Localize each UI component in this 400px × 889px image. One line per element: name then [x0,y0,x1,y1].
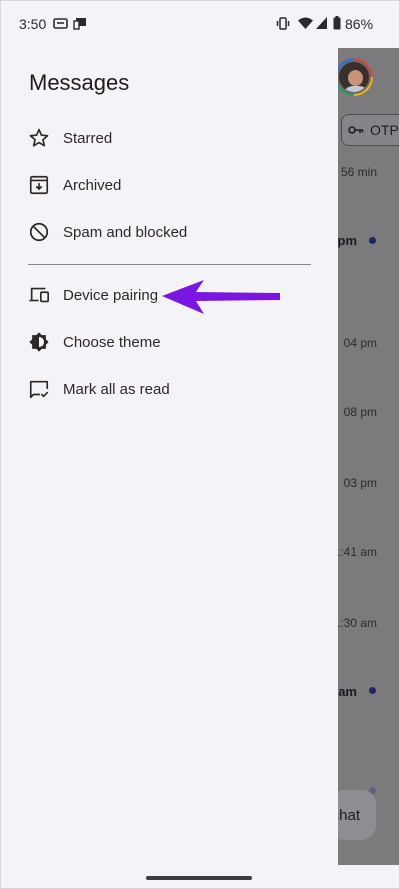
unread-dot [369,237,376,244]
menu-divider [28,264,311,265]
gesture-handle[interactable] [146,876,252,880]
conversation-time: pm [337,233,358,248]
menu-item-label: Spam and blocked [63,223,188,241]
theme-icon [29,332,49,352]
drawer-title: Messages [29,70,130,95]
conversation-time: 56 min [340,165,377,179]
status-bar: 3:50 86% [0,0,400,48]
conversation-time: 08 pm [343,405,377,419]
menu-item-starred[interactable]: Starred [0,116,338,160]
key-icon [348,126,364,134]
account-avatar[interactable] [335,58,373,96]
mark-read-icon [29,380,49,399]
menu-item-label: Device pairing [63,286,159,304]
cast-icon [73,18,86,30]
menu-item-label: Archived [63,176,122,194]
star-icon [29,128,49,147]
navigation-drawer: Messages Starred Archived Spam and block… [0,48,338,865]
menu-item-label: Choose theme [63,333,161,351]
conversation-time: am [338,684,357,699]
menu-item-choose-theme[interactable]: Choose theme [0,320,338,364]
annotation-arrow-icon [162,280,280,314]
menu-item-label: Starred [63,129,113,147]
devices-icon [29,287,49,303]
conversation-time: 03 pm [343,476,377,490]
navigation-bar [0,865,400,889]
block-icon [29,222,49,242]
menu-item-archived[interactable]: Archived [0,163,338,207]
signal-icon [316,17,327,29]
wifi-icon [298,17,313,29]
conversation-time: 04 pm [343,336,377,350]
vibrate-icon [276,17,290,30]
menu-item-spam-and-blocked[interactable]: Spam and blocked [0,210,338,254]
unread-dot [369,687,376,694]
otp-filter-chip[interactable]: OTPs [341,114,400,146]
archive-icon [29,175,49,195]
status-time: 3:50 [19,16,47,32]
menu-item-mark-all-as-read[interactable]: Mark all as read [0,367,338,411]
otp-chip-label: OTPs [370,122,400,138]
battery-icon [333,16,341,30]
conversation-time: 1:30 am [333,616,377,630]
conversation-time: 1:41 am [333,545,377,559]
menu-item-label: Mark all as read [63,380,170,398]
notification-icon [53,18,68,29]
battery-percentage: 86% [345,16,374,32]
